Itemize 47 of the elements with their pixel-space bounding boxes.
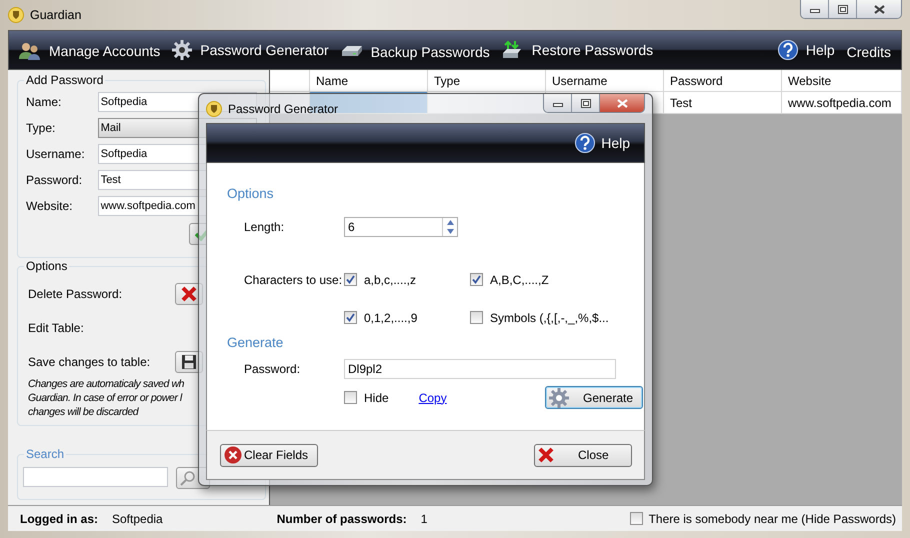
window-title: Guardian (30, 8, 82, 22)
table-cell: Test (664, 92, 782, 114)
field-label: Password: (243, 362, 302, 376)
checkbox-label: Symbols (,{,[,-,_,%,$... (490, 310, 609, 324)
column-header[interactable]: Type (428, 70, 546, 92)
password-field[interactable]: Dl9pl2 (344, 358, 616, 378)
close-button[interactable]: Close (534, 444, 632, 466)
checkbox-label: Hide (364, 390, 389, 404)
toolbar-button[interactable]: Password Generator (172, 40, 329, 60)
option-label: Edit Table: (28, 321, 85, 335)
field-label: Username: (26, 147, 86, 161)
field-label: Characters to use: (243, 272, 344, 286)
column-header[interactable]: Username (546, 70, 664, 92)
column-header[interactable]: Website (782, 70, 902, 92)
table-cell: www.softpedia.com (782, 92, 902, 114)
group-title: Options (24, 259, 70, 273)
status-value: 1 (420, 512, 428, 526)
checkbox-label: 0,1,2,....,9 (364, 310, 418, 324)
group-title: Add Password (24, 73, 106, 87)
checkbox-label: There is somebody near me (Hide Passwords) (648, 512, 896, 526)
generate-button[interactable]: Generate (545, 386, 643, 409)
checkbox-label: a,b,c,....,z (364, 272, 416, 286)
clear-fields-button[interactable]: Clear Fields (220, 444, 318, 466)
checkbox-label: A,B,C,....,Z (490, 272, 549, 286)
status-value: Softpedia (112, 512, 163, 526)
toolbar-button[interactable]: Manage Accounts (19, 42, 160, 60)
length-spinner[interactable]: 6 (344, 217, 458, 237)
field-label: Length: (243, 220, 286, 234)
status-label: Logged in as: (20, 512, 98, 526)
note-text: Changes are automaticaly saved wh Guardian. In case of error or power l changes will be discarded (27, 377, 186, 419)
column-header[interactable]: Password (664, 70, 782, 92)
toolbar-button[interactable]: Credits (846, 44, 891, 60)
section-title: Generate (227, 335, 284, 352)
copy-link[interactable]: Copy (418, 390, 447, 404)
column-header[interactable]: Name (310, 70, 428, 92)
option-label: Delete Password: (28, 287, 124, 301)
toolbar-button[interactable]: Restore Passwords (502, 40, 654, 60)
help-button[interactable]: Help (575, 133, 630, 153)
field-label: Type: (26, 121, 56, 135)
toolbar-button[interactable]: Backup Passwords (340, 44, 490, 60)
field-label: Name: (26, 95, 62, 109)
field-label: Website: (26, 199, 74, 213)
field-label: Password: (26, 173, 84, 187)
status-label: Number of passwords: (276, 512, 407, 526)
toolbar-button[interactable]: Help (778, 40, 835, 60)
group-title: Search (24, 447, 66, 461)
option-label: Save changes to table: (28, 355, 152, 369)
